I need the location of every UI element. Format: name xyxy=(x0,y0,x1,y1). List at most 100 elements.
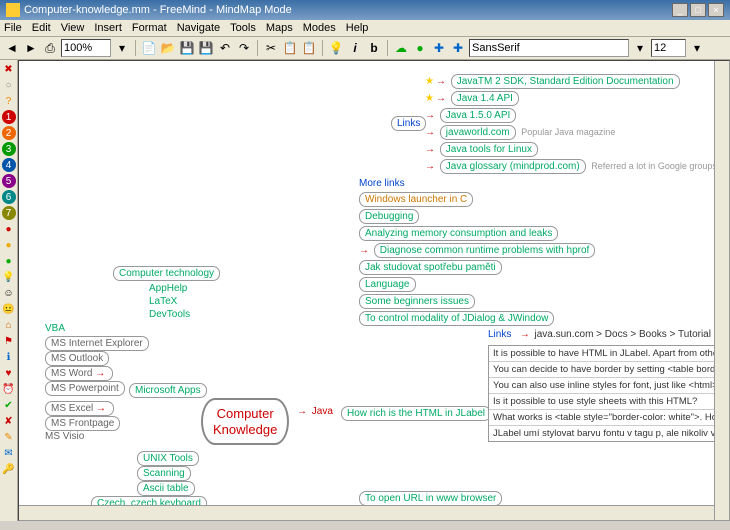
node-icon[interactable]: ● xyxy=(412,40,428,56)
node-link-sdk[interactable]: ★→ JavaTM 2 SDK, Standard Edition Docume… xyxy=(425,74,680,89)
redo-icon[interactable]: ↷ xyxy=(236,40,252,56)
cut-icon[interactable]: ✂ xyxy=(263,40,279,56)
menu-file[interactable]: File xyxy=(4,22,22,34)
menu-tools[interactable]: Tools xyxy=(230,22,256,34)
node-link-javaworld[interactable]: → javaworld.com Popular Java magazine xyxy=(425,125,615,140)
node-ms-visio[interactable]: MS Visio xyxy=(45,431,84,442)
save-icon[interactable]: 💾 xyxy=(179,40,195,56)
help-icon[interactable]: ? xyxy=(2,94,16,108)
node-microsoft-apps[interactable]: Microsoft Apps xyxy=(129,383,207,398)
home-icon[interactable]: ⌂ xyxy=(2,318,16,332)
font-dropdown-icon[interactable]: ▾ xyxy=(632,40,648,56)
node-debugging[interactable]: Debugging xyxy=(359,209,419,224)
node-ms-ie[interactable]: MS Internet Explorer xyxy=(45,336,149,351)
bulb-icon[interactable]: 💡 xyxy=(328,40,344,56)
node-modality[interactable]: To control modality of JDialog & JWindow xyxy=(359,311,554,326)
priority4-icon[interactable]: 4 xyxy=(2,158,16,172)
priority2-icon[interactable]: 2 xyxy=(2,126,16,140)
node-diagnose[interactable]: → Diagnose common runtime problems with … xyxy=(359,243,595,258)
node-link-150api[interactable]: → Java 1.5.0 API xyxy=(425,108,516,123)
node-ms-outlook[interactable]: MS Outlook xyxy=(45,351,109,366)
back-icon[interactable]: ◄ xyxy=(4,40,20,56)
maximize-button[interactable]: □ xyxy=(690,3,706,17)
node-jak[interactable]: Jak studovat spotřebu paměti xyxy=(359,260,502,275)
new-icon[interactable]: 📄 xyxy=(141,40,157,56)
priority1-icon[interactable]: 1 xyxy=(2,110,16,124)
menu-view[interactable]: View xyxy=(61,22,85,34)
menu-edit[interactable]: Edit xyxy=(32,22,51,34)
remove-icon[interactable]: ✖ xyxy=(2,62,16,76)
heart-icon[interactable]: ♥ xyxy=(2,366,16,380)
node-link-linuxtools[interactable]: → Java tools for Linux xyxy=(425,142,538,157)
menu-navigate[interactable]: Navigate xyxy=(177,22,220,34)
mail-icon[interactable]: ✉ xyxy=(2,446,16,460)
open-icon[interactable]: 📂 xyxy=(160,40,176,56)
bold-icon[interactable]: b xyxy=(366,40,382,56)
add-child-icon[interactable]: ✚ xyxy=(450,40,466,56)
priority6-icon[interactable]: 6 xyxy=(2,190,16,204)
flag-icon[interactable]: ⚑ xyxy=(2,334,16,348)
copy-icon[interactable]: 📋 xyxy=(282,40,298,56)
node-unix-tools[interactable]: UNIX Tools xyxy=(137,451,199,466)
size-dropdown-icon[interactable]: ▾ xyxy=(689,40,705,56)
node-link-glossary[interactable]: → Java glossary (mindprod.com) Referred … xyxy=(425,159,730,174)
print-icon[interactable]: ⎙ xyxy=(42,40,58,56)
node-windows-launcher[interactable]: Windows launcher in C xyxy=(359,192,473,207)
node-vba[interactable]: VBA xyxy=(45,323,65,334)
zoom-dropdown-icon[interactable]: ▾ xyxy=(114,40,130,56)
node-ms-word[interactable]: MS Word → xyxy=(45,366,113,381)
node-apphelp[interactable]: AppHelp xyxy=(149,283,187,294)
node-jlabel-links[interactable]: Links → java.sun.com > Docs > Books > Tu… xyxy=(488,329,730,340)
node-html-jlabel[interactable]: How rich is the HTML in JLabel xyxy=(341,406,491,421)
cloud-icon[interactable]: ☁ xyxy=(393,40,409,56)
add-sibling-icon[interactable]: ✚ xyxy=(431,40,447,56)
menu-help[interactable]: Help xyxy=(346,22,369,34)
node-java[interactable]: → Java xyxy=(297,406,333,417)
horizontal-scrollbar[interactable] xyxy=(19,505,714,520)
node-devtools[interactable]: DevTools xyxy=(149,309,190,320)
node-open-url[interactable]: To open URL in www browser xyxy=(359,491,502,506)
key-icon[interactable]: 🔑 xyxy=(2,462,16,476)
menu-format[interactable]: Format xyxy=(132,22,167,34)
italic-icon[interactable]: i xyxy=(347,40,363,56)
node-beginners[interactable]: Some beginners issues xyxy=(359,294,475,309)
paste-icon[interactable]: 📋 xyxy=(301,40,317,56)
stop-icon[interactable]: ● xyxy=(2,222,16,236)
node-ms-frontpage[interactable]: MS Frontpage xyxy=(45,416,120,431)
node-language[interactable]: Language xyxy=(359,277,416,292)
zoom-input[interactable] xyxy=(61,39,111,57)
menu-modes[interactable]: Modes xyxy=(303,22,336,34)
cross-icon[interactable]: ✘ xyxy=(2,414,16,428)
priority5-icon[interactable]: 5 xyxy=(2,174,16,188)
font-select[interactable] xyxy=(469,39,629,57)
minimize-button[interactable]: _ xyxy=(672,3,688,17)
close-button[interactable]: × xyxy=(708,3,724,17)
node-links[interactable]: Links xyxy=(391,116,426,131)
save-all-icon[interactable]: 💾 xyxy=(198,40,214,56)
root-node[interactable]: ComputerKnowledge xyxy=(201,398,289,445)
go-icon[interactable]: ● xyxy=(2,254,16,268)
info-icon[interactable]: ℹ xyxy=(2,350,16,364)
idea-icon[interactable]: 💡 xyxy=(2,270,16,284)
mindmap-canvas[interactable]: ComputerKnowledge VBA MS Internet Explor… xyxy=(18,60,730,521)
priority7-icon[interactable]: 7 xyxy=(2,206,16,220)
menu-maps[interactable]: Maps xyxy=(266,22,293,34)
node-scanning[interactable]: Scanning xyxy=(137,466,191,481)
node-link-14api[interactable]: ★→ Java 1.4 API xyxy=(425,91,519,106)
node-more-links[interactable]: More links xyxy=(359,178,405,189)
neutral-icon[interactable]: 😐 xyxy=(2,302,16,316)
undo-icon[interactable]: ↶ xyxy=(217,40,233,56)
smiley-icon[interactable]: ☺ xyxy=(2,286,16,300)
forward-icon[interactable]: ► xyxy=(23,40,39,56)
menu-insert[interactable]: Insert xyxy=(94,22,122,34)
node-analyzing[interactable]: Analyzing memory consumption and leaks xyxy=(359,226,558,241)
node-ascii[interactable]: Ascii table xyxy=(137,481,195,496)
vertical-scrollbar[interactable] xyxy=(714,61,729,520)
warn-icon[interactable]: ● xyxy=(2,238,16,252)
pencil-icon[interactable]: ✎ xyxy=(2,430,16,444)
font-size-input[interactable] xyxy=(651,39,686,57)
node-computer-technology[interactable]: Computer technology xyxy=(113,266,220,281)
node-ms-excel[interactable]: MS Excel → xyxy=(45,401,114,416)
blank-icon[interactable]: ○ xyxy=(2,78,16,92)
node-ms-powerpoint[interactable]: MS Powerpoint xyxy=(45,381,125,396)
